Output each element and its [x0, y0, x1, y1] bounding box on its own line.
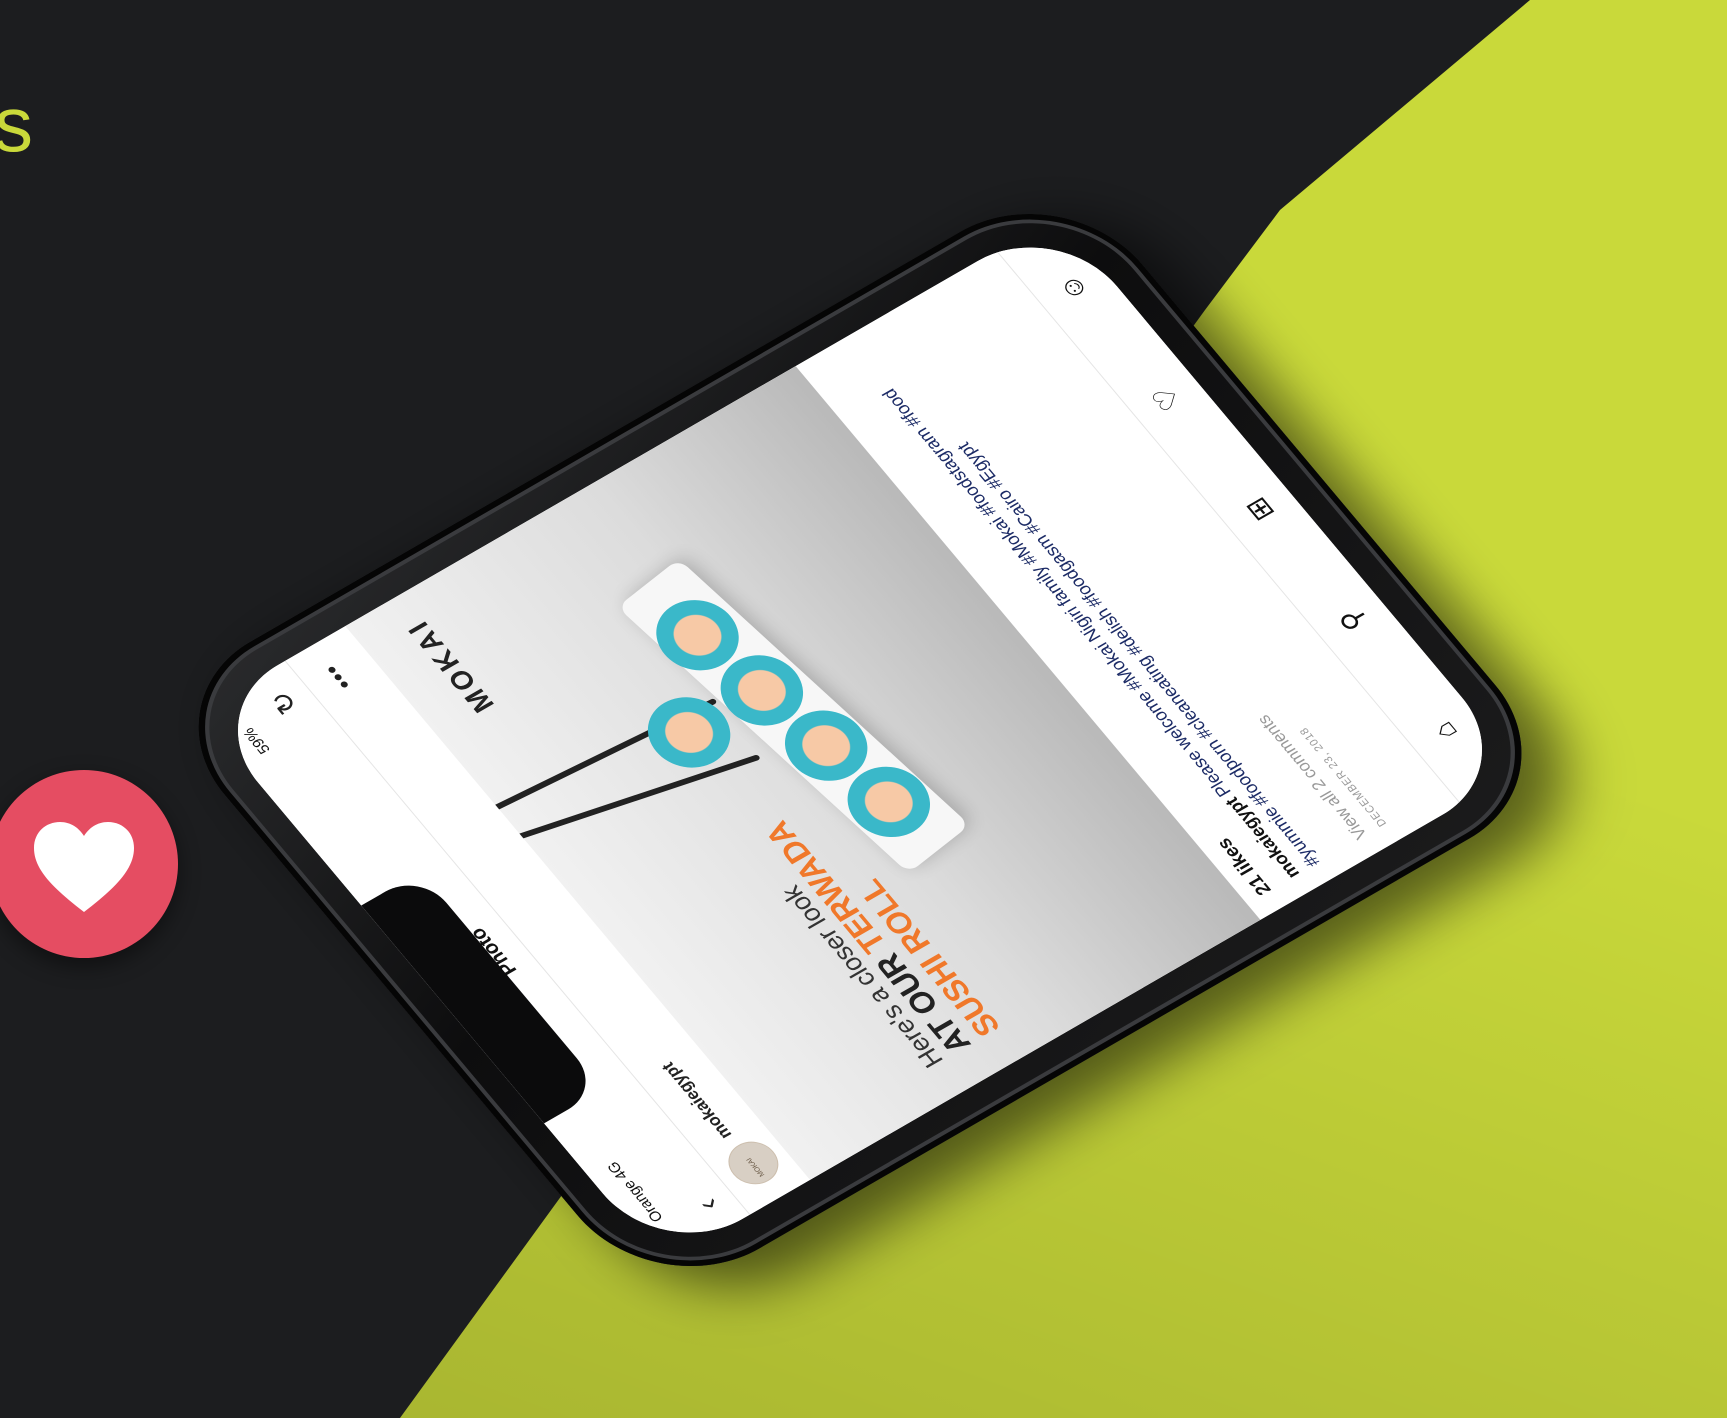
avatar-text: MOKAI: [745, 1156, 767, 1178]
headline-fragment: s: [0, 80, 33, 168]
image-line2: AT OUR TERWADA: [757, 815, 978, 1059]
profile-icon[interactable]: ☺: [1046, 265, 1101, 311]
add-post-icon[interactable]: ⊞: [1232, 487, 1287, 533]
search-icon[interactable]: ⚲: [1325, 597, 1380, 643]
heart-icon: [34, 822, 134, 912]
heart-outline-icon[interactable]: ♡: [1139, 376, 1194, 422]
more-icon[interactable]: •••: [317, 658, 360, 694]
reaction-badge: [0, 770, 178, 958]
brand-logo: MOKAI: [399, 613, 501, 718]
home-icon[interactable]: ⌂: [1418, 708, 1473, 754]
